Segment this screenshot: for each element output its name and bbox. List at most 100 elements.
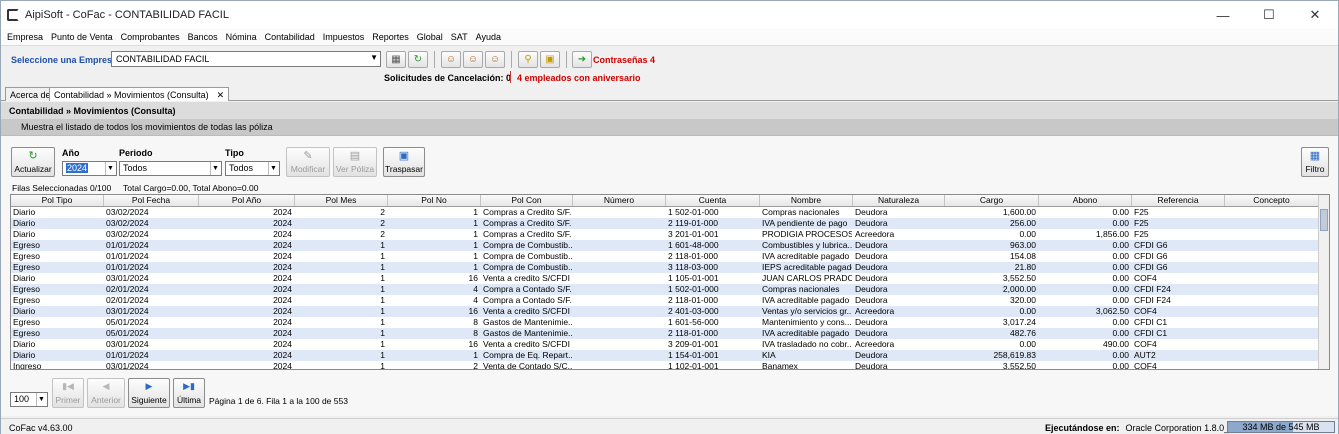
- column-header-pol-anio[interactable]: Pol Año: [199, 195, 295, 206]
- table-row[interactable]: Diario 03/02/2024 2024 2 1 Compras a Credito …: [11, 207, 1329, 218]
- anio-value: 2024: [66, 163, 89, 173]
- cell-numero: [573, 240, 666, 251]
- window-title: AipiSoft - CoFac - CONTABILIDAD FACIL: [25, 9, 229, 21]
- column-header-naturaleza[interactable]: Naturaleza: [853, 195, 945, 206]
- page-size-select[interactable]: 100 ▼: [10, 392, 48, 407]
- menu-punto-de-venta[interactable]: Punto de Venta: [51, 32, 113, 42]
- table-row[interactable]: Egreso 02/01/2024 2024 1 4 Compra a Contado S…: [11, 284, 1329, 295]
- table-row[interactable]: Egreso 01/01/2024 2024 1 1 Compra de Combusti…: [11, 262, 1329, 273]
- column-header-concepto[interactable]: Concepto: [1225, 195, 1319, 206]
- previous-page-icon: ◀: [102, 381, 110, 391]
- column-header-abono[interactable]: Abono: [1039, 195, 1132, 206]
- menu-empresa[interactable]: Empresa: [7, 32, 43, 42]
- primer-button[interactable]: ▮◀ Primer: [52, 378, 84, 408]
- cell-cargo: 3,552.50: [1002, 273, 1036, 283]
- table-row[interactable]: Diario 03/02/2024 2024 2 1 Compras a Credito …: [11, 229, 1329, 240]
- cell-pol-tipo: Diario: [13, 273, 36, 283]
- table-row[interactable]: Diario 03/02/2024 2024 2 1 Compras a Credito …: [11, 218, 1329, 229]
- table-row[interactable]: Diario 01/01/2024 2024 1 1 Compra de Eq. Repa…: [11, 350, 1329, 361]
- siguiente-button[interactable]: ▶ Siguiente: [128, 378, 170, 408]
- modificar-button[interactable]: ✎ Modificar: [286, 147, 330, 177]
- filtro-button[interactable]: ▦ Filtro: [1301, 147, 1329, 177]
- column-header-pol-con[interactable]: Pol Con: [481, 195, 573, 206]
- toolbar-separator: [511, 51, 512, 68]
- table-row[interactable]: Egreso 05/01/2024 2024 1 8 Gastos de Mantenim…: [11, 328, 1329, 339]
- memory-bar[interactable]: 334 MB de 545 MB: [1227, 421, 1335, 433]
- menu-global[interactable]: Global: [417, 32, 443, 42]
- scrollbar-thumb[interactable]: [1320, 209, 1328, 231]
- building-icon-button[interactable]: ▦: [386, 51, 406, 68]
- movimientos-table: Pol Tipo Pol Fecha Pol Año Pol Mes Pol No Pol…: [10, 194, 1330, 370]
- cell-referencia: COF4: [1134, 361, 1157, 370]
- column-header-cargo[interactable]: Cargo: [945, 195, 1039, 206]
- tab-acerca-de[interactable]: Acerca de: [5, 87, 56, 101]
- column-header-nombre[interactable]: Nombre: [760, 195, 853, 206]
- minimize-icon[interactable]: —: [1200, 1, 1246, 29]
- ver-poliza-button[interactable]: ▤ Ver Póliza: [333, 147, 377, 177]
- contrasenas-link[interactable]: Contraseñas 4: [593, 55, 655, 65]
- tipo-select[interactable]: Todos ▼: [225, 161, 280, 176]
- column-header-pol-tipo[interactable]: Pol Tipo: [11, 195, 104, 206]
- cell-pol-tipo: Egreso: [13, 240, 40, 250]
- primer-label: Primer: [55, 395, 81, 405]
- vertical-scrollbar[interactable]: [1318, 195, 1329, 369]
- users-icon-button[interactable]: ☺: [441, 51, 461, 68]
- anio-select[interactable]: 2024 ▼: [62, 161, 117, 176]
- table-row[interactable]: Egreso 01/01/2024 2024 1 1 Compra de Combusti…: [11, 240, 1329, 251]
- table-row[interactable]: Egreso 02/01/2024 2024 1 4 Compra a Contado S…: [11, 295, 1329, 306]
- table-row[interactable]: Egreso 01/01/2024 2024 1 1 Compra de Combusti…: [11, 251, 1329, 262]
- cell-pol-no: 1: [473, 350, 478, 360]
- close-icon[interactable]: ✕: [217, 90, 225, 100]
- password-icon-button[interactable]: ➜: [572, 51, 592, 68]
- cell-cargo: 3,552.50: [1002, 361, 1036, 370]
- menu-contabilidad[interactable]: Contabilidad: [265, 32, 315, 42]
- menu-bar: Empresa Punto de Venta Comprobantes Banc…: [1, 29, 1338, 46]
- anterior-button[interactable]: ◀ Anterior: [87, 378, 125, 408]
- menu-impuestos[interactable]: Impuestos: [323, 32, 365, 42]
- page-size-value: 100: [14, 394, 30, 404]
- cell-referencia: CFDI F24: [1134, 295, 1171, 305]
- table-row[interactable]: Ingreso 03/01/2024 2024 1 2 Venta de Contado …: [11, 361, 1329, 370]
- table-row[interactable]: Diario 03/01/2024 2024 1 16 Venta a credito S…: [11, 306, 1329, 317]
- cell-pol-con: Compra a Contado S/F...: [483, 295, 573, 305]
- key-icon-button[interactable]: ⚲: [518, 51, 538, 68]
- cell-pol-no: 8: [473, 328, 478, 338]
- periodo-select[interactable]: Todos ▼: [119, 161, 222, 176]
- aniversario-notice[interactable]: 4 empleados con aniversario: [517, 73, 641, 83]
- user-edit-icon-button[interactable]: ☺: [463, 51, 483, 68]
- tab-movimientos[interactable]: Contabilidad » Movimientos (Consulta) ✕: [49, 87, 230, 101]
- menu-reportes[interactable]: Reportes: [372, 32, 409, 42]
- lock-icon-button[interactable]: ▣: [540, 51, 560, 68]
- column-header-pol-fecha[interactable]: Pol Fecha: [104, 195, 199, 206]
- column-header-pol-mes[interactable]: Pol Mes: [295, 195, 388, 206]
- refresh-icon-button[interactable]: ↻: [408, 51, 428, 68]
- column-header-cuenta[interactable]: Cuenta: [666, 195, 760, 206]
- empresa-select[interactable]: CONTABILIDAD FACIL ▼: [111, 51, 381, 67]
- cell-pol-mes: 1: [380, 328, 385, 338]
- cell-pol-tipo: Diario: [13, 306, 36, 316]
- maximize-icon[interactable]: ☐: [1246, 1, 1292, 29]
- traspasar-button[interactable]: ▣ Traspasar: [383, 147, 425, 177]
- table-row[interactable]: Diario 03/01/2024 2024 1 16 Venta a credito S…: [11, 273, 1329, 284]
- menu-sat[interactable]: SAT: [451, 32, 468, 42]
- actualizar-button[interactable]: ↻ Actualizar: [11, 147, 55, 177]
- menu-bancos[interactable]: Bancos: [188, 32, 218, 42]
- table-row[interactable]: Egreso 05/01/2024 2024 1 8 Gastos de Mantenim…: [11, 317, 1329, 328]
- table-body: Diario 03/02/2024 2024 2 1 Compras a Credito …: [11, 207, 1329, 370]
- column-header-numero[interactable]: Número: [573, 195, 666, 206]
- cell-abono: 0.00: [1112, 207, 1129, 217]
- cell-pol-con: Gastos de Mantenimie...: [483, 328, 573, 338]
- close-icon[interactable]: ✕: [1292, 1, 1338, 29]
- menu-ayuda[interactable]: Ayuda: [476, 32, 501, 42]
- column-header-referencia[interactable]: Referencia: [1132, 195, 1225, 206]
- table-row[interactable]: Diario 03/01/2024 2024 1 16 Venta a credito S…: [11, 339, 1329, 350]
- ultima-button[interactable]: ▶▮ Última: [173, 378, 205, 408]
- user-icon-button[interactable]: ☺: [485, 51, 505, 68]
- menu-nomina[interactable]: Nómina: [226, 32, 257, 42]
- cell-pol-anio: 2024: [273, 350, 292, 360]
- column-header-pol-no[interactable]: Pol No: [388, 195, 481, 206]
- menu-comprobantes[interactable]: Comprobantes: [121, 32, 180, 42]
- siguiente-label: Siguiente: [131, 395, 167, 405]
- cell-naturaleza: Deudora: [855, 251, 888, 261]
- cell-pol-tipo: Diario: [13, 218, 36, 228]
